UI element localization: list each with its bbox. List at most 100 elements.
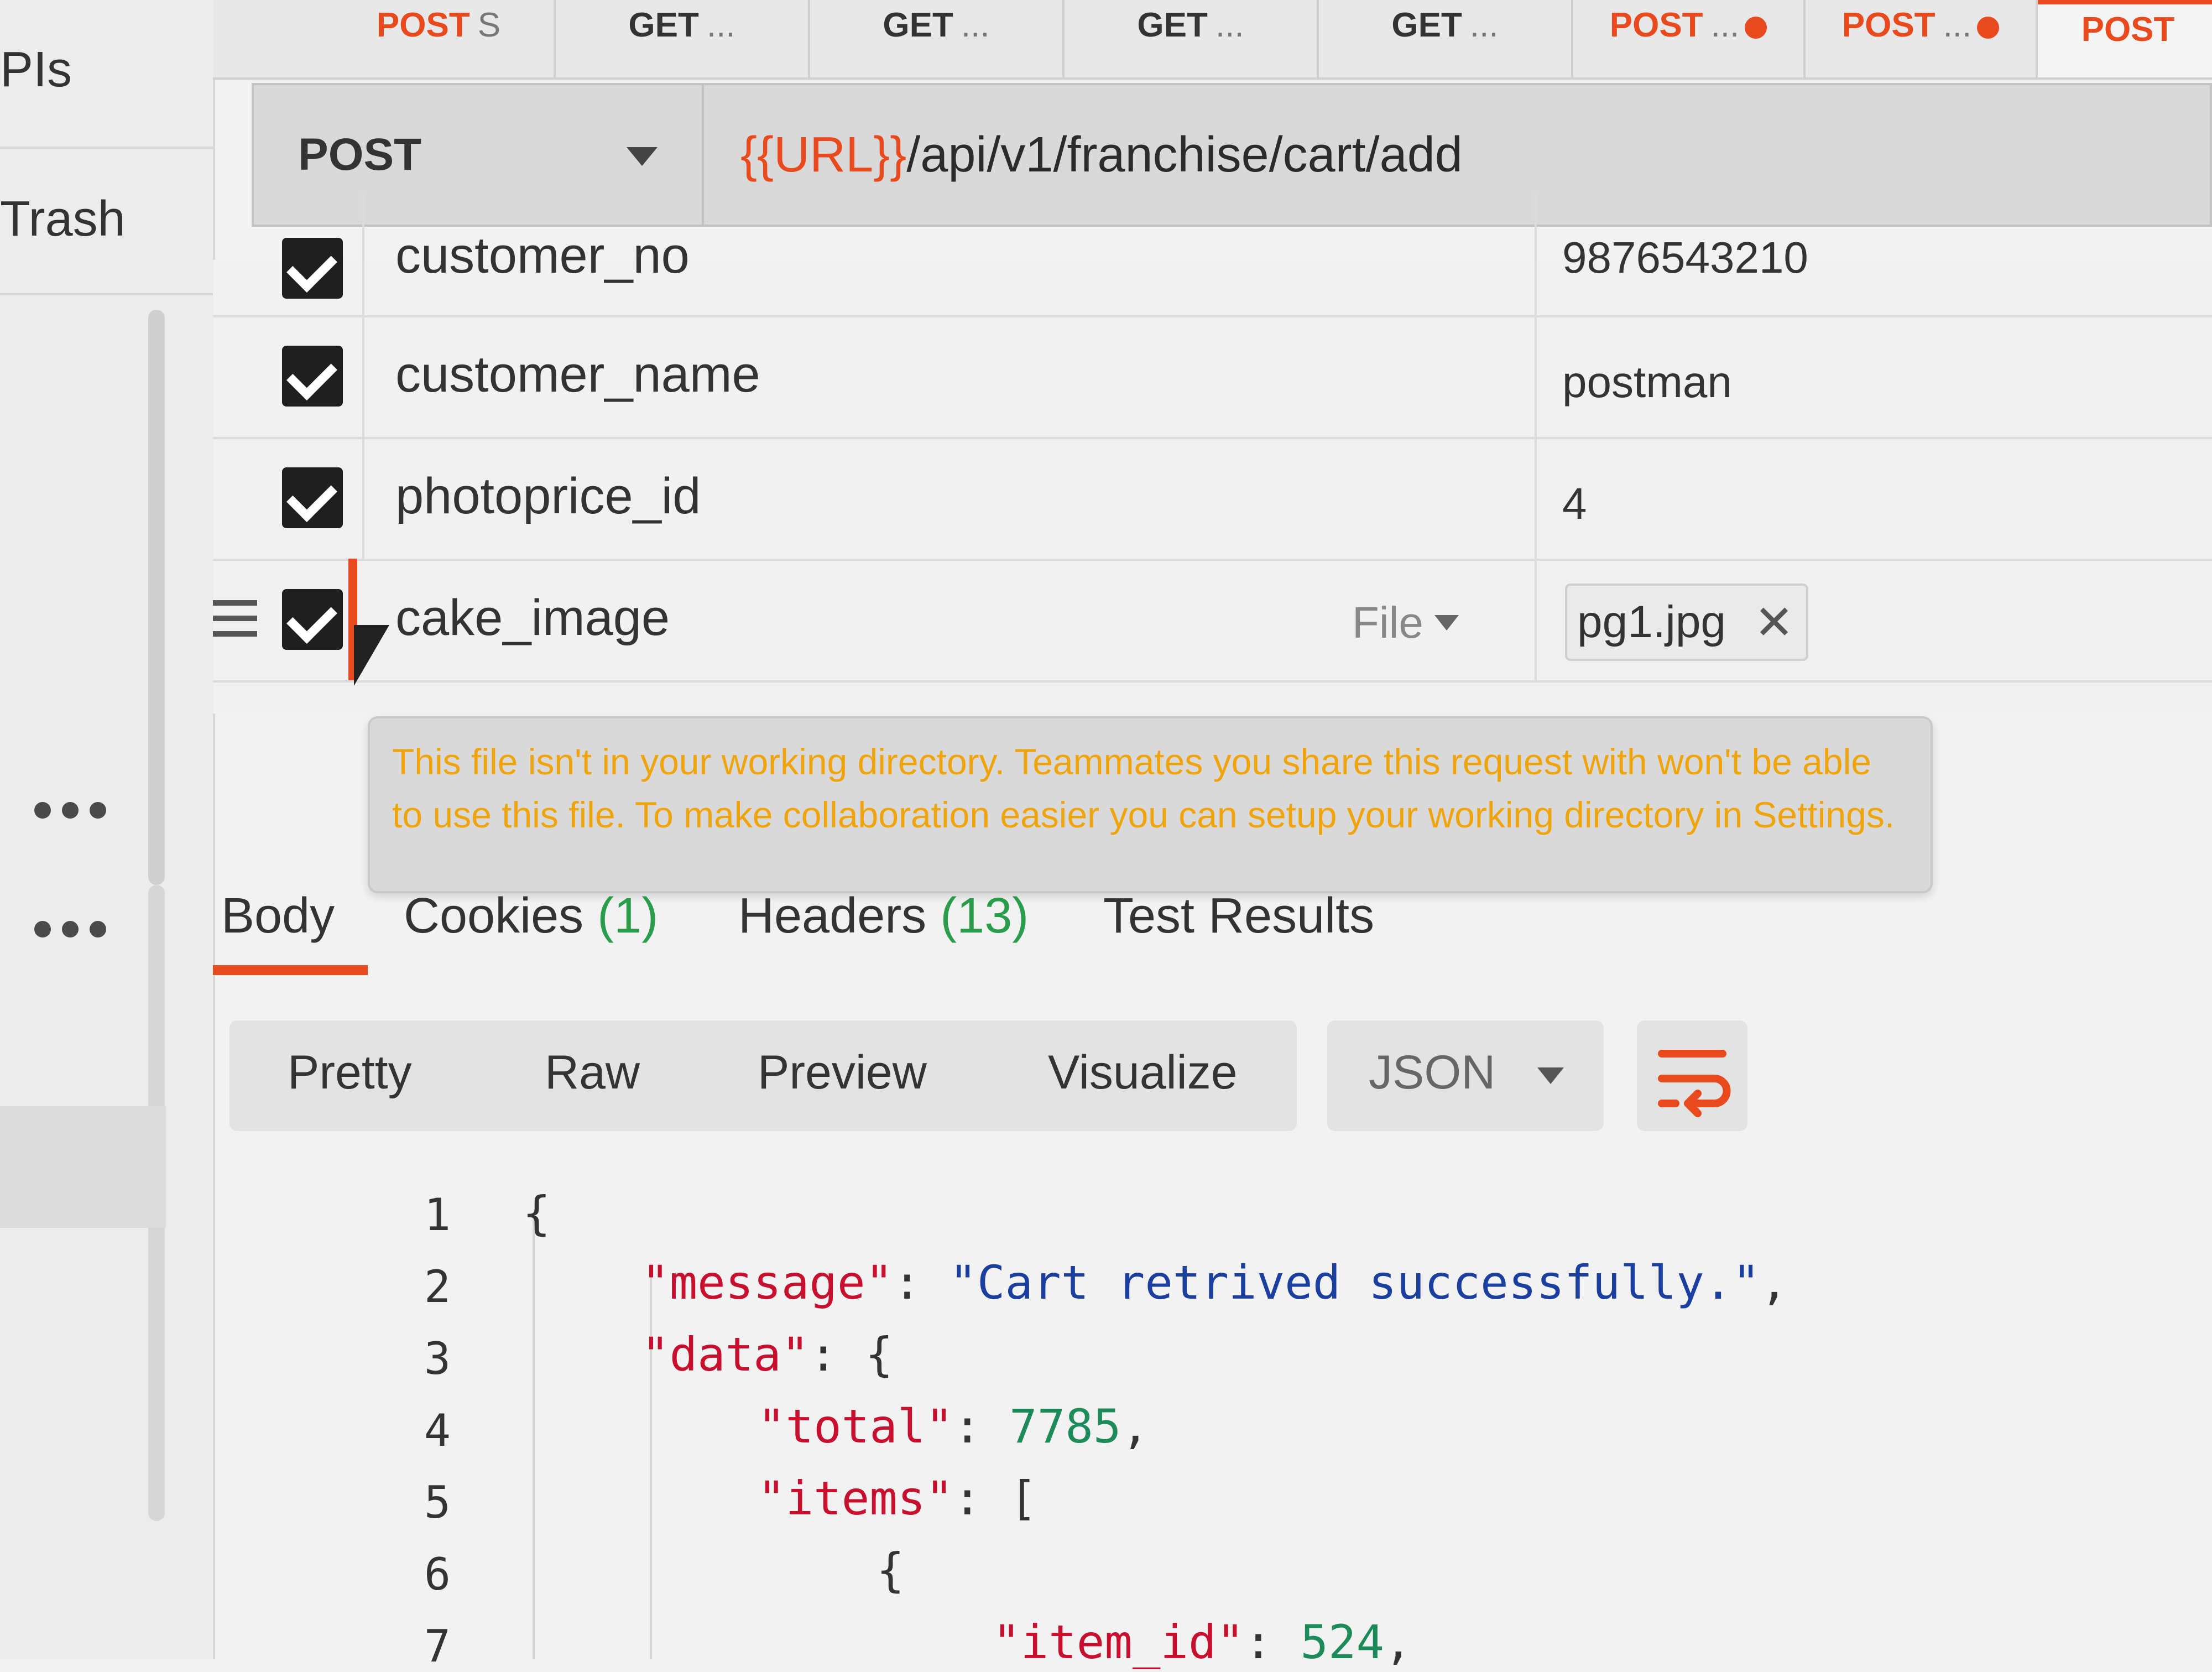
row-checkbox[interactable] xyxy=(282,589,343,650)
wrap-lines-button[interactable] xyxy=(1637,1020,1747,1131)
tab-method: GET xyxy=(1137,6,1208,44)
file-name: pg1.jpg xyxy=(1577,597,1726,647)
sidebar-divider xyxy=(0,293,213,295)
request-tab[interactable]: GET ... xyxy=(1319,0,1573,77)
line-number: 1 xyxy=(424,1189,451,1241)
param-key[interactable]: photoprice_id xyxy=(395,467,701,525)
tab-title: ... xyxy=(1710,6,1740,44)
tab-headers[interactable]: Headers (13) xyxy=(738,888,1029,945)
table-row: cake_image File pg1.jpg ✕ xyxy=(213,559,2212,686)
tab-title: ... xyxy=(1943,6,1972,44)
request-tab[interactable]: GET ... xyxy=(1065,0,1319,77)
tab-method: POST xyxy=(1841,6,1936,44)
param-value[interactable]: postman xyxy=(1562,357,1732,408)
param-key[interactable]: customer_name xyxy=(395,346,760,404)
row-checkbox[interactable] xyxy=(282,238,343,299)
code-line: "total": 7785, xyxy=(758,1399,1150,1454)
tab-title: ... xyxy=(961,6,990,44)
line-number: 6 xyxy=(424,1549,451,1600)
line-number: 7 xyxy=(424,1621,451,1672)
tab-method: GET xyxy=(1391,6,1462,44)
table-row: customer_name postman xyxy=(213,315,2212,439)
active-tab-indicator xyxy=(213,965,368,975)
response-view-toolbar: Pretty Raw Preview Visualize xyxy=(229,1020,1297,1131)
view-visualize-button[interactable]: Visualize xyxy=(1048,1045,1238,1100)
unsaved-dot-icon xyxy=(1977,17,2000,39)
chevron-down-icon xyxy=(1434,615,1459,631)
code-line: "message": "Cart retrived successfully."… xyxy=(641,1256,1788,1310)
request-tab[interactable]: POST ... xyxy=(1573,0,1806,77)
tab-count-badge: (13) xyxy=(940,888,1029,944)
param-key[interactable]: customer_no xyxy=(395,227,690,285)
param-value[interactable]: 9876543210 xyxy=(1562,232,1808,283)
tab-method: GET xyxy=(883,6,953,44)
code-line: "item_id": 524, xyxy=(993,1615,1412,1669)
format-select[interactable]: JSON xyxy=(1327,1020,1604,1131)
sidebar-selected-item[interactable] xyxy=(0,1106,166,1228)
param-type-label: File xyxy=(1352,598,1423,647)
tab-label: Test Results xyxy=(1103,888,1375,944)
tab-label: Cookies xyxy=(404,888,584,944)
more-options-icon[interactable] xyxy=(34,921,106,937)
tab-body[interactable]: Body xyxy=(221,888,335,945)
tab-count-badge: (1) xyxy=(597,888,659,944)
sidebar-divider xyxy=(0,147,213,149)
tab-title: S xyxy=(477,6,501,44)
request-tab[interactable]: GET ... xyxy=(556,0,810,77)
view-raw-button[interactable]: Raw xyxy=(545,1045,640,1100)
param-value[interactable]: 4 xyxy=(1562,478,1587,529)
url-variable: {{URL}} xyxy=(740,127,907,183)
table-row: customer_no 9876543210 xyxy=(213,194,2212,317)
param-type-select[interactable]: File xyxy=(1352,597,1459,648)
tab-title: ... xyxy=(1215,6,1244,44)
unsaved-dot-icon xyxy=(1745,17,1767,39)
line-number: 5 xyxy=(424,1477,451,1528)
sidebar-item-trash[interactable]: Trash xyxy=(0,191,126,248)
code-line: "items": [ xyxy=(758,1471,1037,1525)
indent-guide xyxy=(533,1217,535,1659)
tab-method: POST xyxy=(376,6,470,44)
row-checkbox[interactable] xyxy=(282,467,343,528)
method-label: POST xyxy=(298,129,422,180)
response-tabs: Body Cookies (1) Headers (13) Test Resul… xyxy=(213,863,2212,990)
request-tab[interactable]: POST ... xyxy=(1806,0,2038,77)
tab-cookies[interactable]: Cookies (1) xyxy=(404,888,658,945)
tab-title: ... xyxy=(1469,6,1499,44)
view-pretty-button[interactable]: Pretty xyxy=(288,1045,412,1100)
tab-method: POST xyxy=(1609,6,1703,44)
code-line: { xyxy=(877,1543,905,1597)
tab-test-results[interactable]: Test Results xyxy=(1103,888,1374,945)
chevron-down-icon xyxy=(627,147,658,166)
param-key[interactable]: cake_image xyxy=(395,589,670,647)
close-icon[interactable]: ✕ xyxy=(1754,599,1794,647)
request-tab-bar: POST S GET ... GET ... GET ... GET ... P… xyxy=(213,0,2212,80)
sidebar: PIs Trash xyxy=(0,0,215,1659)
tab-label: Body xyxy=(221,888,335,944)
tab-method: POST xyxy=(2081,11,2175,49)
row-checkbox[interactable] xyxy=(282,346,343,407)
wrap-lines-icon xyxy=(1658,1050,1731,1117)
code-line: "data": { xyxy=(641,1327,894,1382)
more-options-icon[interactable] xyxy=(34,802,106,819)
table-row: photoprice_id 4 xyxy=(213,437,2212,561)
line-number: 2 xyxy=(424,1261,451,1312)
tab-label: Headers xyxy=(738,888,927,944)
line-number: 3 xyxy=(424,1333,451,1384)
mouse-cursor-icon xyxy=(354,625,389,686)
url-path: /api/v1/franchise/cart/add xyxy=(906,127,1463,183)
body-params-table: customer_no 9876543210 customer_name pos… xyxy=(213,194,2212,713)
view-preview-button[interactable]: Preview xyxy=(758,1045,927,1100)
response-body-code[interactable]: 1 2 3 4 5 6 7 { "message": "Cart retrive… xyxy=(213,1167,2212,1672)
sidebar-scrollbar[interactable] xyxy=(148,310,165,885)
drag-handle-icon[interactable] xyxy=(213,600,257,639)
request-tab[interactable]: GET ... xyxy=(810,0,1065,77)
tab-method: GET xyxy=(628,6,699,44)
chevron-down-icon xyxy=(1537,1067,1564,1084)
request-tab-active[interactable]: POST xyxy=(2038,0,2212,77)
sidebar-item-apis[interactable]: PIs xyxy=(0,41,72,98)
file-chip[interactable]: pg1.jpg ✕ xyxy=(1565,584,1808,661)
format-label: JSON xyxy=(1369,1046,1496,1099)
line-number: 4 xyxy=(424,1405,451,1456)
code-line: { xyxy=(523,1186,551,1241)
request-tab[interactable]: POST S xyxy=(324,0,556,77)
